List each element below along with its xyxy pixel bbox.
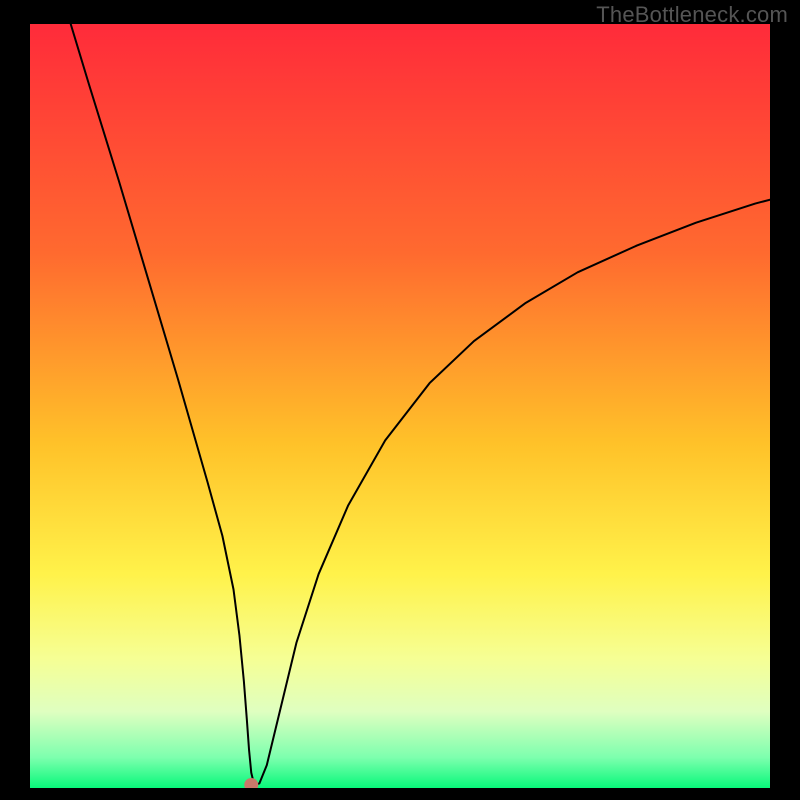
gradient-background <box>30 24 770 788</box>
watermark-text: TheBottleneck.com <box>596 2 788 28</box>
chart-container <box>30 24 770 788</box>
bottleneck-chart <box>30 24 770 788</box>
